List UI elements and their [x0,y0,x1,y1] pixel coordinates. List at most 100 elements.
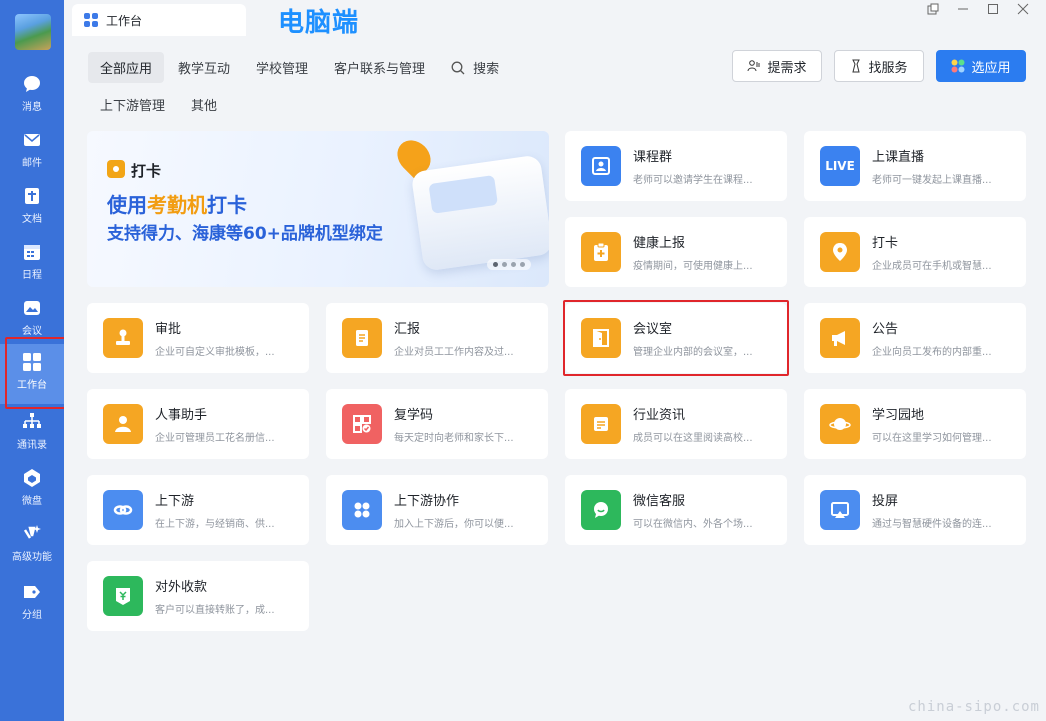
sidebar-item-calendar[interactable]: 日程 [0,234,64,290]
app-name: 投屏 [872,494,899,509]
app-name: 汇报 [394,322,421,337]
clipboard-plus-icon [581,232,621,272]
live-icon: LIVE [820,146,860,186]
sparkle-icon [22,524,42,544]
app-description: 老师可以邀请学生在课程... [633,175,753,186]
app-card[interactable]: 健康上报 疫情期间，可使用健康上... [565,217,787,287]
app-name: 审批 [155,322,182,337]
app-name: 行业资讯 [633,408,686,423]
app-card[interactable]: LIVE 上课直播老师可一键发起上课直播... [804,131,1026,201]
app-card[interactable]: 公告企业向员工发布的内部重... [804,303,1026,373]
app-card[interactable]: 上下游 在上下游，与经销商、供... [87,475,309,545]
close-icon[interactable] [1008,0,1038,18]
report-icon [342,318,382,358]
location-pin-icon [820,232,860,272]
workbench-icon [84,13,98,27]
promo-banner[interactable]: 打卡 使用考勤机打卡 支持得力、海康等60+品牌机型绑定 [87,131,549,287]
avatar[interactable] [15,14,51,50]
category-row: 全部应用 教学互动 学校管理 客户联系与管理 搜索 [88,52,511,83]
category-customer[interactable]: 客户联系与管理 [322,52,437,83]
main-panel: 全部应用 教学互动 学校管理 客户联系与管理 搜索 上下游管理 其他 提需求 找… [64,36,1046,721]
contact-card-icon [581,146,621,186]
app-description: 可以在这里学习如何管理... [872,433,992,444]
app-name: 公告 [872,322,899,337]
app-description: 企业向员工发布的内部重... [872,347,992,358]
find-service-label: 找服务 [868,60,908,76]
find-service-button[interactable]: 找服务 [834,50,924,82]
sidebar-item-label: 分组 [22,610,42,621]
app-description: 客户可以直接转账了，成... [155,605,275,616]
sidebar-item-label: 会议 [22,326,42,337]
category-row-2: 上下游管理 其他 [88,89,231,120]
minimize-icon[interactable] [948,0,978,18]
app-name: 复学码 [394,408,434,423]
popout-icon[interactable] [918,0,948,18]
app-card[interactable]: 人事助手 企业可管理员工花名册信... [87,389,309,459]
highlight-box [563,300,789,376]
app-card[interactable]: 微信客服 可以在微信内、外各个场... [565,475,787,545]
banner-subline: 支持得力、海康等60+品牌机型绑定 [107,224,383,244]
app-card[interactable]: 打卡 企业成员可在手机或智慧... [804,217,1026,287]
contacts-icon [22,412,42,432]
app-card[interactable]: 投屏通过与智慧硬件设备的连... [804,475,1026,545]
screen-cast-icon [820,490,860,530]
meeting-icon [22,298,42,318]
category-teaching[interactable]: 教学互动 [166,52,242,83]
app-card[interactable]: 对外收款 客户可以直接转账了，成... [87,561,309,631]
app-description: 企业对员工工作内容及过... [394,347,514,358]
attendance-machine-image [410,154,549,272]
sidebar-item-contacts[interactable]: 通讯录 [0,404,64,460]
tab-workbench[interactable]: 工作台 [72,4,246,36]
calendar-icon [22,242,42,262]
stamp-icon [103,318,143,358]
category-other[interactable]: 其他 [179,89,229,120]
app-card[interactable]: 学习园地 可以在这里学习如何管理... [804,389,1026,459]
search-button[interactable]: 搜索 [439,52,511,83]
app-card[interactable]: 复学码每天定时向老师和家长下... [326,389,548,459]
app-card[interactable]: 上下游协作 加入上下游后，你可以便... [326,475,548,545]
sidebar-item-advanced[interactable]: 高级功能 [0,516,64,572]
tab-title: 工作台 [106,13,143,28]
category-upstream[interactable]: 上下游管理 [88,89,177,120]
sidebar-item-label: 日程 [22,270,42,281]
location-pin-icon [107,160,125,178]
sidebar-item-groups[interactable]: 分组 [0,574,64,630]
wechat-service-icon [581,490,621,530]
sidebar-item-docs[interactable]: 文档 [0,178,64,234]
category-school[interactable]: 学校管理 [244,52,320,83]
app-card[interactable]: 汇报企业对员工工作内容及过... [326,303,548,373]
app-card[interactable]: 课程群 老师可以邀请学生在课程... [565,131,787,201]
app-description: 在上下游，与经销商、供... [155,519,275,530]
link-icon [103,490,143,530]
app-description: 老师可一键发起上课直播... [872,175,992,186]
app-description: 通过与智慧硬件设备的连... [872,519,992,530]
service-icon [852,59,861,73]
app-name: 上课直播 [872,150,925,165]
banner-tag: 打卡 [131,162,162,180]
sidebar-item-drive[interactable]: 微盘 [0,460,64,516]
select-app-button[interactable]: 选应用 [936,50,1026,82]
maximize-icon[interactable] [978,0,1008,18]
app-description: 可以在微信内、外各个场... [633,519,753,530]
watermark: china-sipo.com [907,699,1040,715]
app-description: 企业可自定义审批模板，... [155,347,275,358]
app-card[interactable]: 审批企业可自定义审批模板，... [87,303,309,373]
carousel-dots[interactable] [487,259,531,270]
app-name: 上下游协作 [394,494,460,509]
sidebar-item-label: 微盘 [22,496,42,507]
sidebar-item-label: 通讯录 [17,440,47,451]
sidebar-item-label: 邮件 [22,158,42,169]
app-description: 每天定时向老师和家长下... [394,433,514,444]
app-card[interactable]: 行业资讯 成员可以在这里阅读高校... [565,389,787,459]
sidebar-item-label: 文档 [22,214,42,225]
people-icon [747,60,760,72]
payment-icon [103,576,143,616]
apps-icon [951,59,965,73]
qr-check-icon [342,404,382,444]
sidebar-item-messages[interactable]: 消息 [0,66,64,122]
chat-icon [22,74,42,94]
category-all[interactable]: 全部应用 [88,52,165,83]
sidebar-item-mail[interactable]: 邮件 [0,122,64,178]
request-button[interactable]: 提需求 [732,50,822,82]
banner-headline: 使用考勤机打卡 [107,193,247,217]
